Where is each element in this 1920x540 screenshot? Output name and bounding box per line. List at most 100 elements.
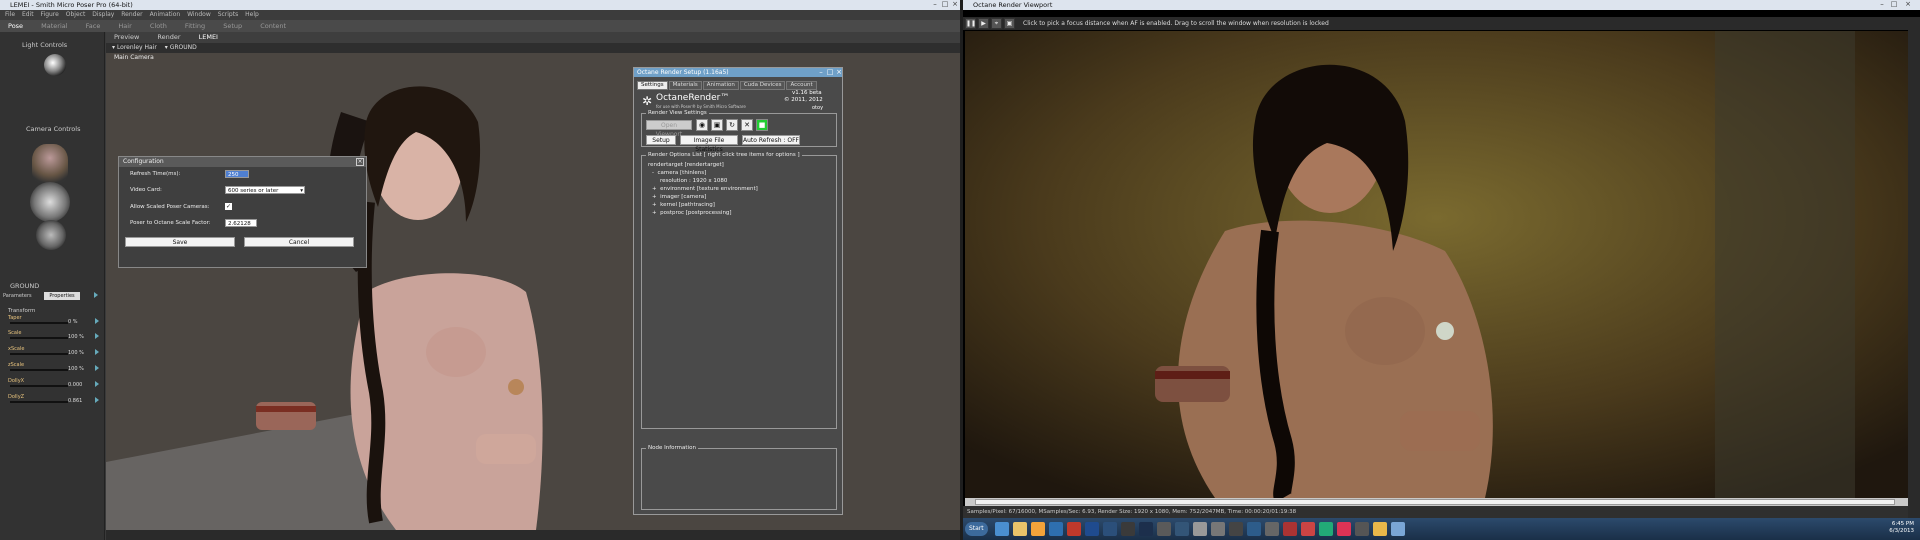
app-icon[interactable] — [1319, 522, 1333, 536]
setup-button[interactable]: Setup — [646, 135, 676, 145]
open-viewport-button[interactable]: Open Viewport — [646, 120, 692, 138]
panel-arrow-icon[interactable] — [94, 292, 98, 298]
tab-render[interactable]: Render — [149, 32, 188, 43]
horizontal-scrollbar[interactable] — [965, 498, 1908, 506]
chevron-down-icon[interactable]: ▾ — [165, 44, 168, 51]
actor-select[interactable]: GROUND — [170, 44, 197, 51]
figure-select[interactable]: Lorenley Hair — [117, 44, 157, 51]
tab-setup[interactable]: Setup — [215, 20, 250, 32]
menu-figure[interactable]: Figure — [41, 11, 59, 18]
lightroom-icon[interactable] — [1139, 522, 1153, 536]
param-slider[interactable] — [10, 401, 68, 403]
play-icon[interactable]: ▶ — [978, 18, 989, 29]
menu-scripts[interactable]: Scripts — [218, 11, 239, 18]
close-icon[interactable]: × — [1903, 0, 1913, 9]
tab-cuda-devices[interactable]: Cuda Devices — [739, 81, 786, 90]
menu-edit[interactable]: Edit — [22, 11, 34, 18]
tab-properties[interactable]: Properties — [44, 292, 80, 300]
app-icon[interactable] — [1121, 522, 1135, 536]
menu-display[interactable]: Display — [92, 11, 114, 18]
app-icon[interactable] — [1049, 522, 1063, 536]
refresh-icon[interactable]: ↻ — [726, 119, 738, 131]
photoshop-icon[interactable] — [1103, 522, 1117, 536]
param-row[interactable]: zScale 100 % — [8, 362, 99, 376]
tab-animation[interactable]: Animation — [702, 81, 739, 90]
app-icon[interactable] — [1193, 522, 1207, 536]
chevron-down-icon[interactable]: ▾ — [300, 187, 303, 195]
app-icon[interactable] — [1211, 522, 1225, 536]
auto-refresh-button[interactable]: Auto Refresh : OFF — [742, 135, 800, 145]
app-icon[interactable] — [1175, 522, 1189, 536]
param-row[interactable]: DollyZ 0.861 — [8, 394, 99, 408]
param-value[interactable]: 0 % — [68, 319, 78, 325]
tree-item[interactable]: rendertarget [rendertarget] — [648, 162, 724, 168]
param-arrow-icon[interactable] — [95, 397, 99, 403]
chevron-down-icon[interactable]: ▾ — [112, 44, 115, 51]
copy-icon[interactable]: ▣ — [711, 119, 723, 131]
tab-preview[interactable]: Preview — [106, 32, 147, 43]
tab-settings[interactable]: Settings — [637, 81, 668, 90]
tab-cloth[interactable]: Cloth — [142, 20, 175, 32]
scrollbar-thumb[interactable] — [975, 499, 1895, 505]
explorer-icon[interactable] — [1013, 522, 1027, 536]
tree-item[interactable]: + environment [texture environment] — [652, 186, 758, 192]
close-icon[interactable]: × — [356, 158, 364, 166]
tab-lemei[interactable]: LEMEI — [191, 32, 226, 43]
photoshop-icon[interactable] — [1085, 522, 1099, 536]
light-sphere-icon[interactable] — [44, 54, 66, 76]
tree-toggle-icon[interactable]: - — [652, 170, 654, 176]
stop-icon[interactable]: ✕ — [741, 119, 753, 131]
param-value[interactable]: 0.000 — [68, 382, 82, 388]
app-icon[interactable] — [1067, 522, 1081, 536]
scaled-cameras-checkbox[interactable]: ✓ — [225, 203, 232, 210]
image-stats-button[interactable]: Image File Statistics — [680, 135, 738, 153]
param-row[interactable]: DollyX 0.000 — [8, 378, 99, 392]
menu-window[interactable]: Window — [187, 11, 211, 18]
app-icon[interactable] — [1301, 522, 1315, 536]
close-icon[interactable]: × — [950, 0, 960, 9]
tree-toggle-icon[interactable]: + — [652, 202, 657, 208]
param-value[interactable]: 100 % — [68, 334, 84, 340]
param-row[interactable]: Scale 100 % — [8, 330, 99, 344]
param-value[interactable]: 100 % — [68, 366, 84, 372]
tree-item[interactable]: + postproc [postprocessing] — [652, 210, 732, 216]
camera-head-icon[interactable] — [32, 144, 68, 184]
tree-item[interactable]: + kernel [pathtracing] — [652, 202, 715, 208]
eye-icon[interactable]: ◉ — [696, 119, 708, 131]
refresh-input[interactable]: 250 — [225, 170, 249, 178]
menu-render[interactable]: Render — [121, 11, 142, 18]
lock-icon[interactable]: ▣ — [1004, 18, 1015, 29]
menu-file[interactable]: File — [5, 11, 15, 18]
tab-pose[interactable]: Pose — [0, 20, 31, 32]
param-row[interactable]: xScale 100 % — [8, 346, 99, 360]
tab-materials[interactable]: Materials — [668, 81, 702, 90]
camera-rotate-icon[interactable] — [36, 220, 66, 250]
tab-material[interactable]: Material — [33, 20, 75, 32]
param-arrow-icon[interactable] — [95, 381, 99, 387]
tab-account[interactable]: Account — [786, 81, 817, 90]
param-slider[interactable] — [10, 369, 68, 371]
param-slider[interactable] — [10, 337, 68, 339]
start-button[interactable]: Start — [965, 522, 988, 536]
system-tray-clock[interactable]: 6:45 PM 6/3/2013 — [1889, 521, 1914, 535]
tab-parameters[interactable]: Parameters — [3, 292, 39, 300]
app-icon[interactable] — [1283, 522, 1297, 536]
minimize-icon[interactable]: – — [930, 0, 940, 9]
app-icon[interactable] — [1265, 522, 1279, 536]
param-slider[interactable] — [10, 322, 68, 324]
tree-toggle-icon[interactable]: + — [652, 186, 657, 192]
tree-item[interactable]: resolution : 1920 x 1080 — [660, 178, 727, 184]
param-value[interactable]: 0.861 — [68, 398, 82, 404]
param-arrow-icon[interactable] — [95, 349, 99, 355]
menu-help[interactable]: Help — [245, 11, 259, 18]
trackball-icon[interactable] — [30, 182, 70, 222]
tab-hair[interactable]: Hair — [110, 20, 139, 32]
maximize-icon[interactable]: □ — [940, 0, 950, 9]
tree-item[interactable]: + imager [camera] — [652, 194, 706, 200]
render-active-icon[interactable]: ■ — [756, 119, 768, 131]
param-slider[interactable] — [10, 385, 68, 387]
tree-toggle-icon[interactable]: + — [652, 194, 657, 200]
poser-icon[interactable] — [1337, 522, 1351, 536]
param-slider[interactable] — [10, 353, 68, 355]
app-icon[interactable] — [1391, 522, 1405, 536]
